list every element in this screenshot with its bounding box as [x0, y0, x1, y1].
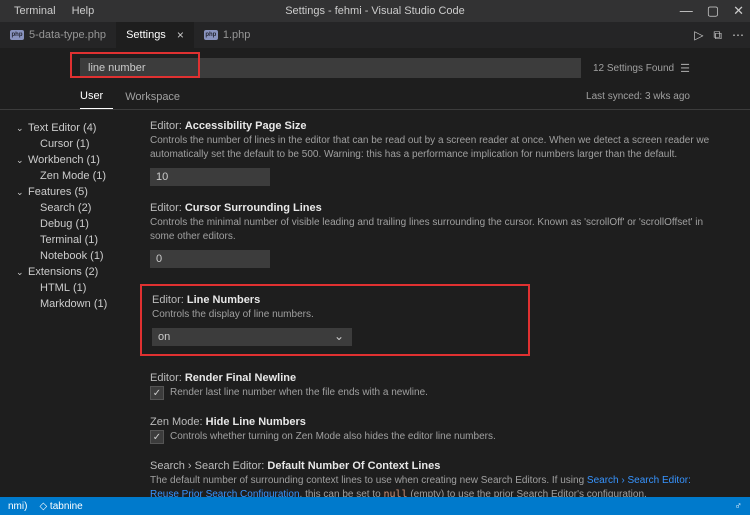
tree-item-zenmode[interactable]: Zen Mode (1): [16, 168, 136, 184]
setting-description: Controls the number of lines in the edit…: [150, 134, 710, 162]
results-count: 12 Settings Found ☰: [593, 62, 690, 75]
search-wrap: [80, 58, 581, 78]
status-bar: nmi) ◇ tabnine ♂: [0, 497, 750, 515]
close-icon[interactable]: ×: [177, 28, 184, 42]
tab-settings[interactable]: Settings ×: [116, 22, 194, 48]
tree-group-extensions[interactable]: ⌄Extensions (2): [16, 264, 136, 280]
tab-label: 5-data-type.php: [29, 29, 106, 41]
tab-label: 1.php: [223, 29, 251, 41]
menu-bar: Terminal Help: [0, 3, 100, 19]
chevron-down-icon: ⌄: [16, 187, 28, 198]
tree-item-markdown[interactable]: Markdown (1): [16, 296, 136, 312]
editor-actions: ▷ ⧉ ⋯: [694, 28, 744, 43]
status-tabnine[interactable]: ◇ tabnine: [39, 501, 82, 512]
chevron-down-icon: ⌄: [16, 267, 28, 278]
scope-user[interactable]: User: [80, 84, 113, 109]
tab-bar: php 5-data-type.php Settings × php 1.php…: [0, 22, 750, 48]
php-icon: php: [204, 30, 218, 40]
setting-select[interactable]: on: [152, 328, 352, 346]
setting-description: The default number of surrounding contex…: [150, 474, 710, 497]
chevron-down-icon: ⌄: [16, 155, 28, 166]
setting-accessibility-page-size: Editor: Accessibility Page Size Controls…: [150, 120, 710, 186]
setting-cursor-surrounding-lines: Editor: Cursor Surrounding Lines Control…: [150, 202, 710, 268]
main-area: 12 Settings Found ☰ User Workspace Last …: [0, 48, 750, 497]
settings-editor: 12 Settings Found ☰ User Workspace Last …: [0, 48, 750, 497]
settings-list: Editor: Accessibility Page Size Controls…: [140, 110, 750, 497]
close-button[interactable]: ✕: [733, 3, 744, 19]
highlight-box-line-numbers: Editor: Line Numbers Controls the displa…: [140, 284, 530, 356]
run-icon[interactable]: ▷: [694, 28, 703, 43]
setting-checkbox[interactable]: [150, 386, 164, 400]
menu-terminal[interactable]: Terminal: [8, 3, 62, 19]
setting-checkbox-label: Render last line number when the file en…: [170, 386, 428, 400]
setting-search-editor-context-lines: Search › Search Editor: Default Number O…: [150, 460, 710, 497]
title-bar: Terminal Help Settings - fehmi - Visual …: [0, 0, 750, 22]
window-controls: — ▢ ✕: [680, 3, 744, 19]
settings-search-input[interactable]: [80, 58, 581, 78]
tab-file-2[interactable]: php 1.php: [194, 22, 261, 48]
setting-checkbox-label: Controls whether turning on Zen Mode als…: [170, 430, 496, 444]
chevron-down-icon: ⌄: [16, 123, 28, 134]
settings-tree: ⌄Text Editor (4) Cursor (1) ⌄Workbench (…: [0, 110, 140, 497]
scope-tabs: User Workspace Last synced: 3 wks ago: [0, 84, 750, 110]
more-icon[interactable]: ⋯: [732, 28, 744, 43]
tree-item-html[interactable]: HTML (1): [16, 280, 136, 296]
scope-workspace[interactable]: Workspace: [125, 85, 190, 109]
setting-line-numbers: Editor: Line Numbers Controls the displa…: [152, 294, 518, 346]
status-item[interactable]: nmi): [8, 501, 27, 512]
tree-item-terminal[interactable]: Terminal (1): [16, 232, 136, 248]
setting-render-final-newline: Editor: Render Final Newline Render last…: [150, 372, 710, 400]
setting-description: Controls the minimal number of visible l…: [150, 216, 710, 244]
tree-group-workbench[interactable]: ⌄Workbench (1): [16, 152, 136, 168]
tree-item-debug[interactable]: Debug (1): [16, 216, 136, 232]
setting-input-number[interactable]: [150, 168, 270, 186]
tree-group-features[interactable]: ⌄Features (5): [16, 184, 136, 200]
setting-zen-hide-line-numbers: Zen Mode: Hide Line Numbers Controls whe…: [150, 416, 710, 444]
tree-group-text-editor[interactable]: ⌄Text Editor (4): [16, 120, 136, 136]
sync-status[interactable]: Last synced: 3 wks ago: [586, 91, 690, 102]
filter-icon[interactable]: ☰: [680, 62, 690, 75]
status-feedback-icon[interactable]: ♂: [735, 501, 743, 512]
tree-item-search[interactable]: Search (2): [16, 200, 136, 216]
tree-item-cursor[interactable]: Cursor (1): [16, 136, 136, 152]
tab-file-1[interactable]: php 5-data-type.php: [0, 22, 116, 48]
menu-help[interactable]: Help: [66, 3, 101, 19]
setting-checkbox[interactable]: [150, 430, 164, 444]
php-icon: php: [10, 30, 24, 40]
minimize-button[interactable]: —: [680, 3, 693, 19]
split-icon[interactable]: ⧉: [713, 28, 722, 43]
tab-label: Settings: [126, 29, 166, 41]
setting-input-number[interactable]: [150, 250, 270, 268]
window-title: Settings - fehmi - Visual Studio Code: [285, 5, 465, 17]
tree-item-notebook[interactable]: Notebook (1): [16, 248, 136, 264]
setting-description: Controls the display of line numbers.: [152, 308, 518, 322]
maximize-button[interactable]: ▢: [707, 3, 719, 19]
